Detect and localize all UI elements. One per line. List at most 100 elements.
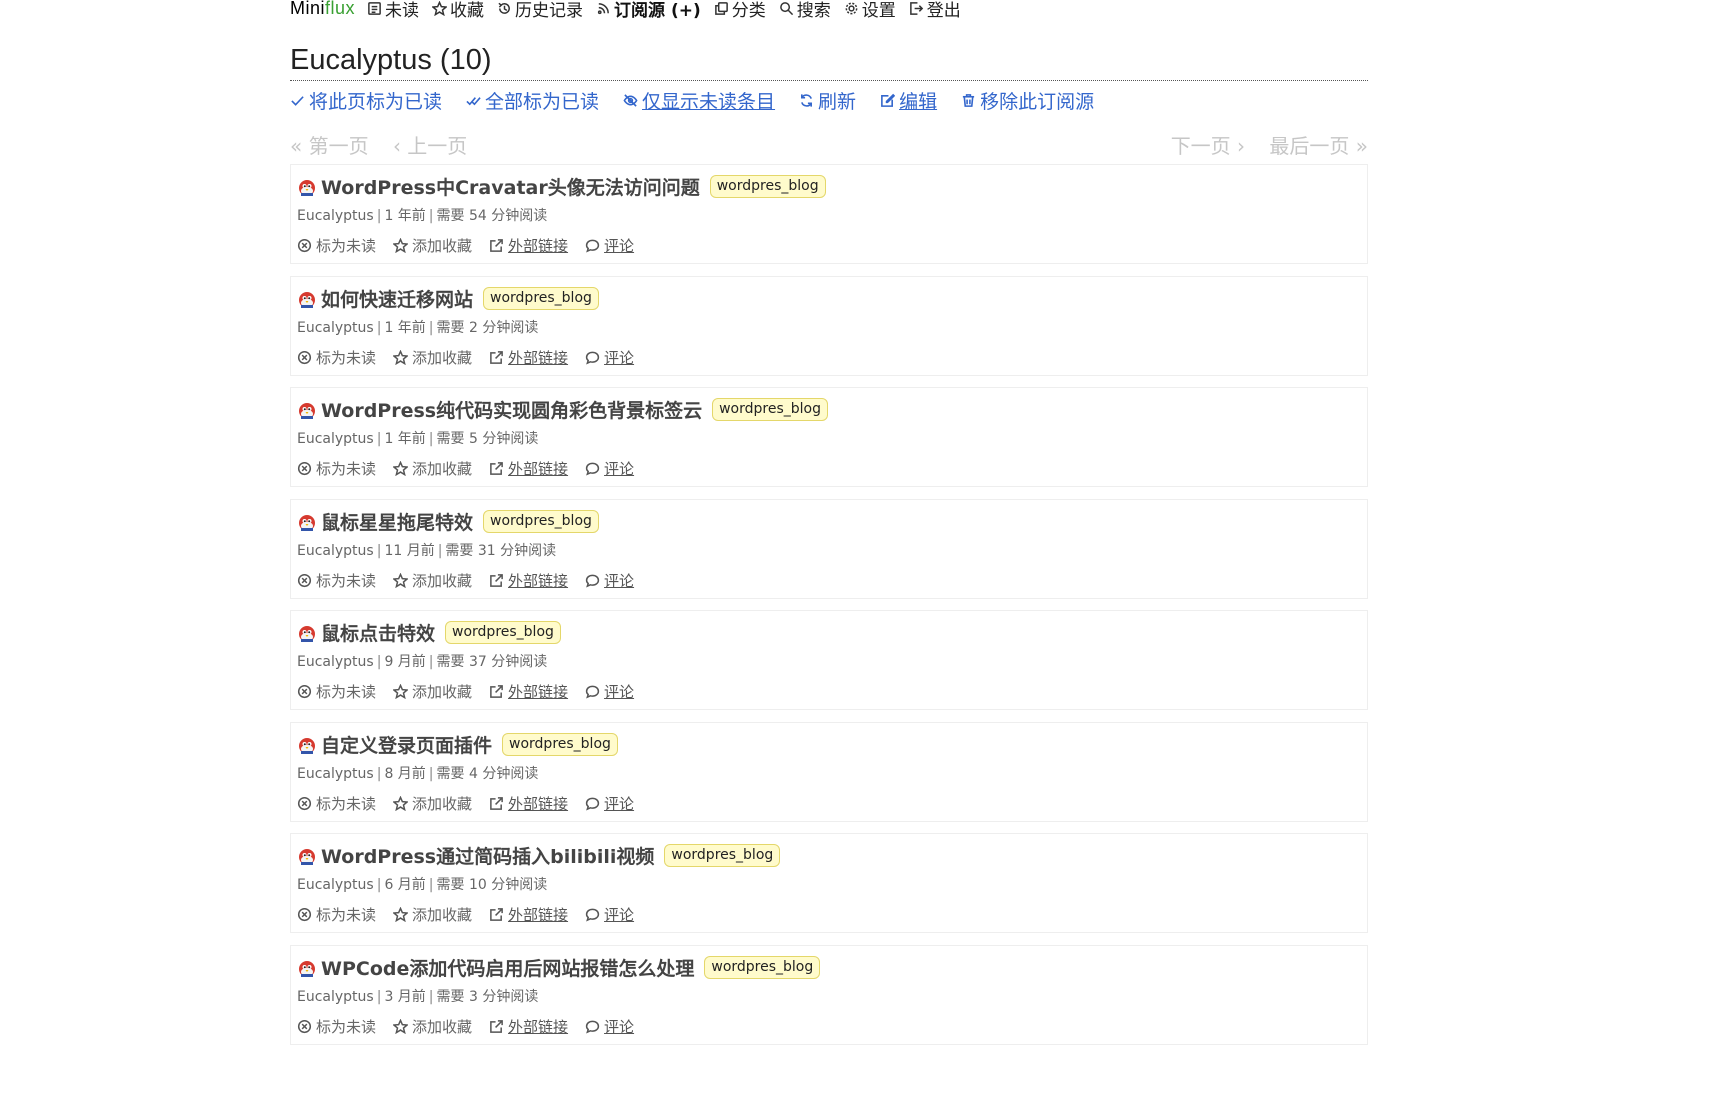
mark-page-read-button[interactable]: 将此页标为已读 [290, 87, 442, 114]
entry-feed-name[interactable]: Eucalyptus [297, 208, 374, 224]
mark-unread-button[interactable]: 标为未读 [297, 681, 376, 702]
comments-link[interactable]: 评论 [585, 904, 634, 925]
comments-link[interactable]: 评论 [585, 681, 634, 702]
feed-favicon-icon [299, 848, 315, 865]
comment-icon [585, 908, 600, 922]
entry-actions: 标为未读 添加收藏 外部链接 评论 [297, 904, 651, 925]
external-link[interactable]: 外部链接 [489, 1016, 568, 1037]
entry-title-link[interactable]: 鼠标星星拖尾特效 [321, 508, 473, 535]
nav-starred[interactable]: 收藏 [432, 0, 484, 21]
comment-icon [585, 574, 600, 588]
nav-history[interactable]: 历史记录 [497, 0, 583, 21]
entry-item: 鼠标点击特效 wordpres_blog Eucalyptus | 9 月前 | 需要 … [290, 610, 1368, 710]
entry-feed-name[interactable]: Eucalyptus [297, 989, 374, 1005]
nav-settings-label: 设置 [861, 0, 896, 21]
entry-feed-name[interactable]: Eucalyptus [297, 877, 374, 893]
entry-feed-name[interactable]: Eucalyptus [297, 766, 374, 782]
comments-link[interactable]: 评论 [585, 570, 634, 591]
first-page-link: « 第一页 [290, 134, 369, 158]
external-link[interactable]: 外部链接 [489, 458, 568, 479]
nav-settings[interactable]: 设置 [844, 0, 896, 21]
mark-unread-button[interactable]: 标为未读 [297, 235, 376, 256]
comments-link[interactable]: 评论 [585, 235, 634, 256]
entry-category-tag[interactable]: wordpres_blog [664, 844, 781, 867]
entry-feed-name[interactable]: Eucalyptus [297, 431, 374, 447]
entry-title-link[interactable]: 鼠标点击特效 [321, 619, 435, 646]
category-icon [714, 1, 728, 15]
mark-unread-button[interactable]: 标为未读 [297, 347, 376, 368]
star-button[interactable]: 添加收藏 [393, 235, 472, 256]
feed-actions: 将此页标为已读 全部标为已读 仅显示未读条目 刷新 编辑 移除此订阅源 [290, 87, 1118, 114]
external-link[interactable]: 外部链接 [489, 904, 568, 925]
external-link-label: 外部链接 [508, 906, 569, 924]
mark-unread-button[interactable]: 标为未读 [297, 570, 376, 591]
search-icon [779, 1, 793, 15]
edit-link[interactable]: 编辑 [880, 87, 937, 114]
mark-unread-button[interactable]: 标为未读 [297, 458, 376, 479]
nav-unread-label: 未读 [385, 0, 420, 21]
entry-feed-name[interactable]: Eucalyptus [297, 320, 374, 336]
mark-unread-button[interactable]: 标为未读 [297, 793, 376, 814]
star-label: 添加收藏 [412, 683, 473, 701]
circle-x-icon [297, 350, 312, 365]
entry-category-tag[interactable]: wordpres_blog [502, 733, 618, 756]
star-button[interactable]: 添加收藏 [393, 570, 472, 591]
entry-feed-name[interactable]: Eucalyptus [297, 543, 374, 559]
entry-title-link[interactable]: WordPress通过简码插入bilibili视频 [321, 842, 654, 869]
circle-x-icon [297, 684, 312, 699]
external-link-label: 外部链接 [508, 460, 569, 478]
remove-feed-button[interactable]: 移除此订阅源 [961, 87, 1094, 114]
external-link[interactable]: 外部链接 [489, 235, 568, 256]
entry-category-tag[interactable]: wordpres_blog [712, 398, 828, 421]
star-button[interactable]: 添加收藏 [393, 904, 472, 925]
comments-label: 评论 [604, 349, 635, 367]
logo[interactable]: Miniflux [290, 0, 355, 19]
star-button[interactable]: 添加收藏 [393, 681, 472, 702]
star-button[interactable]: 添加收藏 [393, 347, 472, 368]
mark-unread-label: 标为未读 [316, 460, 377, 478]
edit-icon [881, 93, 896, 107]
entry-category-tag[interactable]: wordpres_blog [483, 287, 599, 310]
comments-link[interactable]: 评论 [585, 347, 634, 368]
comments-label: 评论 [604, 795, 635, 813]
refresh-button[interactable]: 刷新 [799, 87, 856, 114]
entry-feed-name[interactable]: Eucalyptus [297, 654, 374, 670]
entry-title-link[interactable]: WPCode添加代码启用后网站报错怎么处理 [321, 954, 694, 981]
feed-favicon-icon [299, 625, 315, 642]
nav-search[interactable]: 搜索 [779, 0, 831, 21]
entry-category-tag[interactable]: wordpres_blog [704, 956, 821, 979]
star-button[interactable]: 添加收藏 [393, 1016, 472, 1037]
comments-link[interactable]: 评论 [585, 1016, 634, 1037]
external-link[interactable]: 外部链接 [489, 347, 568, 368]
external-link[interactable]: 外部链接 [489, 570, 568, 591]
nav-categories[interactable]: 分类 [714, 0, 766, 21]
entry-category-tag[interactable]: wordpres_blog [483, 510, 599, 533]
external-link-label: 外部链接 [508, 683, 569, 701]
entry-title-link[interactable]: 自定义登录页面插件 [321, 731, 492, 758]
mark-unread-button[interactable]: 标为未读 [297, 1016, 376, 1037]
star-button[interactable]: 添加收藏 [393, 793, 472, 814]
external-link[interactable]: 外部链接 [489, 793, 568, 814]
entry-reading-time: 需要 3 分钟阅读 [436, 989, 539, 1005]
nav-unread[interactable]: 未读 [367, 0, 419, 21]
nav-logout[interactable]: 登出 [909, 0, 961, 21]
entry-category-tag[interactable]: wordpres_blog [445, 621, 561, 644]
entry-title-link[interactable]: 如何快速迁移网站 [321, 285, 473, 312]
check-icon [291, 96, 304, 106]
star-button[interactable]: 添加收藏 [393, 458, 472, 479]
entry-title-row: WordPress通过简码插入bilibili视频 wordpres_blog [297, 842, 781, 869]
prev-page-link: ‹ 上一页 [392, 134, 468, 158]
mark-all-read-button[interactable]: 全部标为已读 [466, 87, 599, 114]
entry-title-row: 自定义登录页面插件 wordpres_blog [297, 731, 618, 758]
mark-unread-button[interactable]: 标为未读 [297, 904, 376, 925]
entry-category-tag[interactable]: wordpres_blog [709, 175, 826, 198]
entry-age: 1 年前 [384, 431, 426, 447]
entry-title-link[interactable]: WordPress纯代码实现圆角彩色背景标签云 [321, 396, 702, 423]
comments-link[interactable]: 评论 [585, 458, 634, 479]
comments-link[interactable]: 评论 [585, 793, 634, 814]
external-link[interactable]: 外部链接 [489, 681, 568, 702]
entry-title-link[interactable]: WordPress中Cravatar头像无法访问问题 [321, 173, 700, 200]
show-unread-only-link[interactable]: 仅显示未读条目 [623, 87, 775, 114]
entry-reading-time: 需要 10 分钟阅读 [436, 877, 548, 893]
nav-feeds[interactable]: 订阅源 (+) [596, 0, 701, 21]
